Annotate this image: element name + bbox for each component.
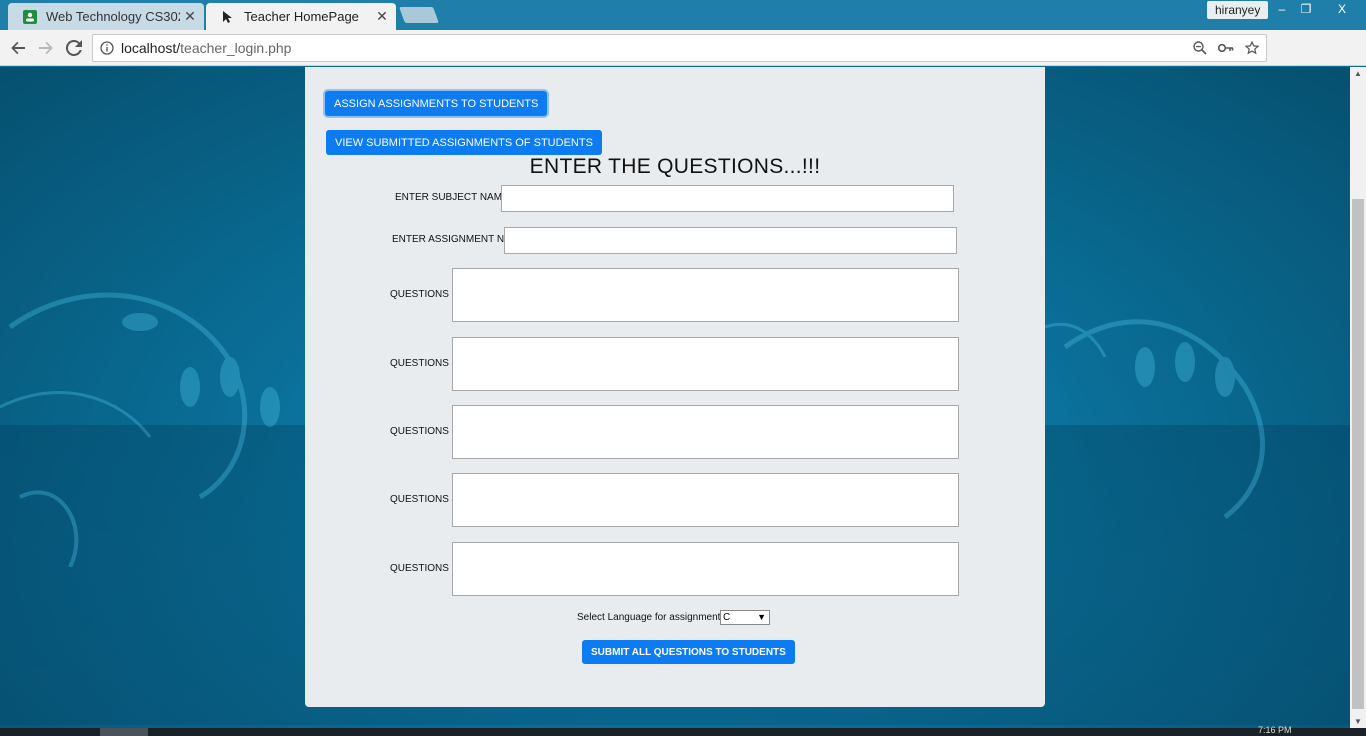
question-2-textarea[interactable] xyxy=(452,337,959,391)
question-label: QUESTIONS 1: xyxy=(390,289,461,300)
classroom-icon xyxy=(22,9,38,25)
browser-titlebar: Web Technology CS302T ✕ Teacher HomePage… xyxy=(0,0,1366,30)
address-bar[interactable]: localhost/teacher_login.php xyxy=(92,34,1267,62)
info-icon[interactable] xyxy=(93,41,121,55)
tab-teacher-homepage[interactable]: Teacher HomePage ✕ xyxy=(206,3,396,30)
scroll-down-icon[interactable]: ▼ xyxy=(1354,717,1362,726)
floral-decoration xyxy=(1045,319,1265,519)
scroll-up-icon[interactable]: ▲ xyxy=(1354,69,1362,78)
question-label: QUESTIONS 3: xyxy=(390,426,461,437)
zoom-icon[interactable] xyxy=(1192,39,1208,57)
assignment-no-input[interactable] xyxy=(504,227,957,254)
loading-cursor-icon xyxy=(220,9,236,25)
subject-name-input[interactable] xyxy=(501,185,954,212)
assignment-no-label: ENTER ASSIGNMENT NO:- xyxy=(392,234,518,245)
taskbar-clock: 7:16 PM xyxy=(1258,725,1292,735)
submit-questions-button[interactable]: SUBMIT ALL QUESTIONS TO STUDENTS xyxy=(582,640,795,664)
language-label: Select Language for assignment : xyxy=(577,612,726,623)
page-title: ENTER THE QUESTIONS...!!! xyxy=(529,155,821,178)
back-arrow-icon[interactable] xyxy=(6,36,30,60)
question-form-panel: ASSIGN ASSIGNMENTS TO STUDENTS VIEW SUBM… xyxy=(305,67,1045,707)
forward-arrow-icon[interactable] xyxy=(34,36,58,60)
profile-button[interactable]: hiranyey xyxy=(1207,1,1269,19)
url-path: teacher_login.php xyxy=(180,40,292,56)
key-icon[interactable] xyxy=(1218,39,1234,57)
reload-icon[interactable] xyxy=(62,36,86,60)
maximize-button[interactable]: ❐ xyxy=(1294,0,1318,18)
tab-close-icon[interactable]: ✕ xyxy=(180,8,200,25)
view-submitted-assignments-button[interactable]: VIEW SUBMITTED ASSIGNMENTS OF STUDENTS xyxy=(326,130,602,155)
language-selected-value: C xyxy=(723,612,731,623)
floral-decoration xyxy=(0,292,280,567)
subject-name-label: ENTER SUBJECT NAME:- xyxy=(395,192,515,203)
question-3-textarea[interactable] xyxy=(452,405,959,459)
star-icon[interactable] xyxy=(1244,39,1260,57)
tab-close-icon[interactable]: ✕ xyxy=(372,8,392,25)
question-label: QUESTIONS 2: xyxy=(390,358,461,369)
close-window-button[interactable]: X xyxy=(1320,0,1364,18)
question-1-textarea[interactable] xyxy=(452,268,959,322)
question-label: QUESTIONS 5: xyxy=(390,563,461,574)
taskbar-item[interactable] xyxy=(100,728,148,736)
url-host: localhost/ xyxy=(121,40,181,56)
dropdown-arrow-icon: ▼ xyxy=(757,612,766,622)
assign-assignments-button[interactable]: ASSIGN ASSIGNMENTS TO STUDENTS xyxy=(325,91,548,116)
question-label: QUESTIONS 4; xyxy=(390,494,461,505)
os-taskbar: 7:16 PM xyxy=(0,725,1366,736)
minimize-button[interactable]: – xyxy=(1270,0,1294,18)
tab-title: Teacher HomePage xyxy=(244,9,359,24)
browser-toolbar: localhost/teacher_login.php xyxy=(0,30,1366,88)
new-tab-button[interactable] xyxy=(399,7,439,23)
language-select[interactable]: C ▼ xyxy=(720,610,770,625)
page-scrollbar[interactable]: ▲ ▼ xyxy=(1350,67,1366,728)
tab-title: Web Technology CS302T xyxy=(46,9,180,24)
question-5-textarea[interactable] xyxy=(452,542,959,596)
tab-web-technology[interactable]: Web Technology CS302T ✕ xyxy=(8,3,204,30)
scrollbar-thumb[interactable] xyxy=(1352,199,1364,709)
question-4-textarea[interactable] xyxy=(452,473,959,527)
